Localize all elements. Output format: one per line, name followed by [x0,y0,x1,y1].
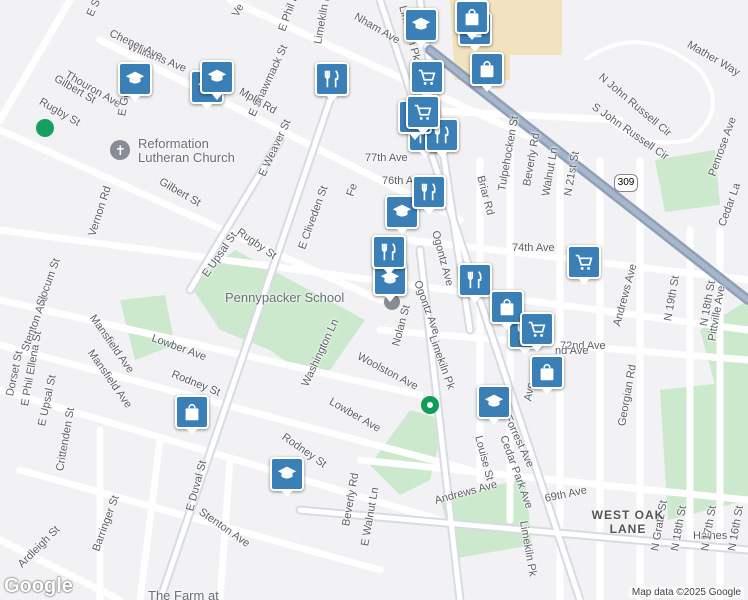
grocery-pin[interactable] [406,95,440,135]
school-icon [277,466,297,479]
grocery-pin[interactable] [567,245,601,285]
restaurant-icon [467,271,482,289]
restaurant-pin[interactable] [458,263,492,303]
map-attribution: Map data ©2025 Google [628,587,744,598]
shopping-pin[interactable] [455,0,489,40]
grocery-pin[interactable] [410,60,444,100]
shopping-pin[interactable] [470,52,504,92]
school-icon [484,394,504,407]
school-icon [125,71,145,84]
neighborhood-label: WEST OAK LANE [591,508,665,536]
shopping-cart-icon [418,69,436,85]
shopping-cart-icon [528,321,546,337]
shopping-bag-icon [500,298,514,316]
school-pin[interactable] [404,8,438,48]
school-pin[interactable] [477,385,511,425]
community-icon [36,119,54,137]
poi-label-the-farm[interactable]: The Farm at [148,588,219,600]
shopping-bag-icon [540,363,554,381]
street-label: 74th Ave [512,242,555,254]
restaurant-pin[interactable] [412,175,446,215]
shopping-pin[interactable] [490,290,524,330]
shopping-cart-icon [575,254,593,270]
shopping-bag-icon [480,60,494,78]
shopping-bag-icon [465,8,479,26]
grocery-pin[interactable] [520,312,554,352]
street-label: 77th Ave [365,152,408,164]
school-pin[interactable] [270,457,304,497]
poi-label-reformation-lutheran-church[interactable]: Reformation Lutheran Church [138,137,248,165]
restaurant-pin[interactable] [315,62,349,102]
shopping-bag-icon [185,403,199,421]
svg-text:✝: ✝ [115,144,126,159]
restaurant-icon [381,243,396,261]
school-icon [207,69,227,82]
school-icon [392,204,412,217]
restaurant-icon [324,70,339,88]
shopping-pin[interactable] [530,355,564,395]
school-icon [411,17,431,30]
poi-label-pennypacker-school[interactable]: Pennypacker School [225,290,344,305]
restaurant-icon [421,183,436,201]
google-logo: Google [4,575,73,597]
school-pin[interactable] [200,60,234,100]
shopping-pin[interactable] [175,395,209,435]
restaurant-pin[interactable] [372,235,406,275]
map-canvas[interactable]: ✝ Vernon Rd Gilbert St Rugby St Thouron Ave… [0,0,748,600]
shopping-cart-icon [414,104,432,120]
school-pin[interactable] [118,62,152,102]
route-309-shield: 309 [614,174,638,192]
